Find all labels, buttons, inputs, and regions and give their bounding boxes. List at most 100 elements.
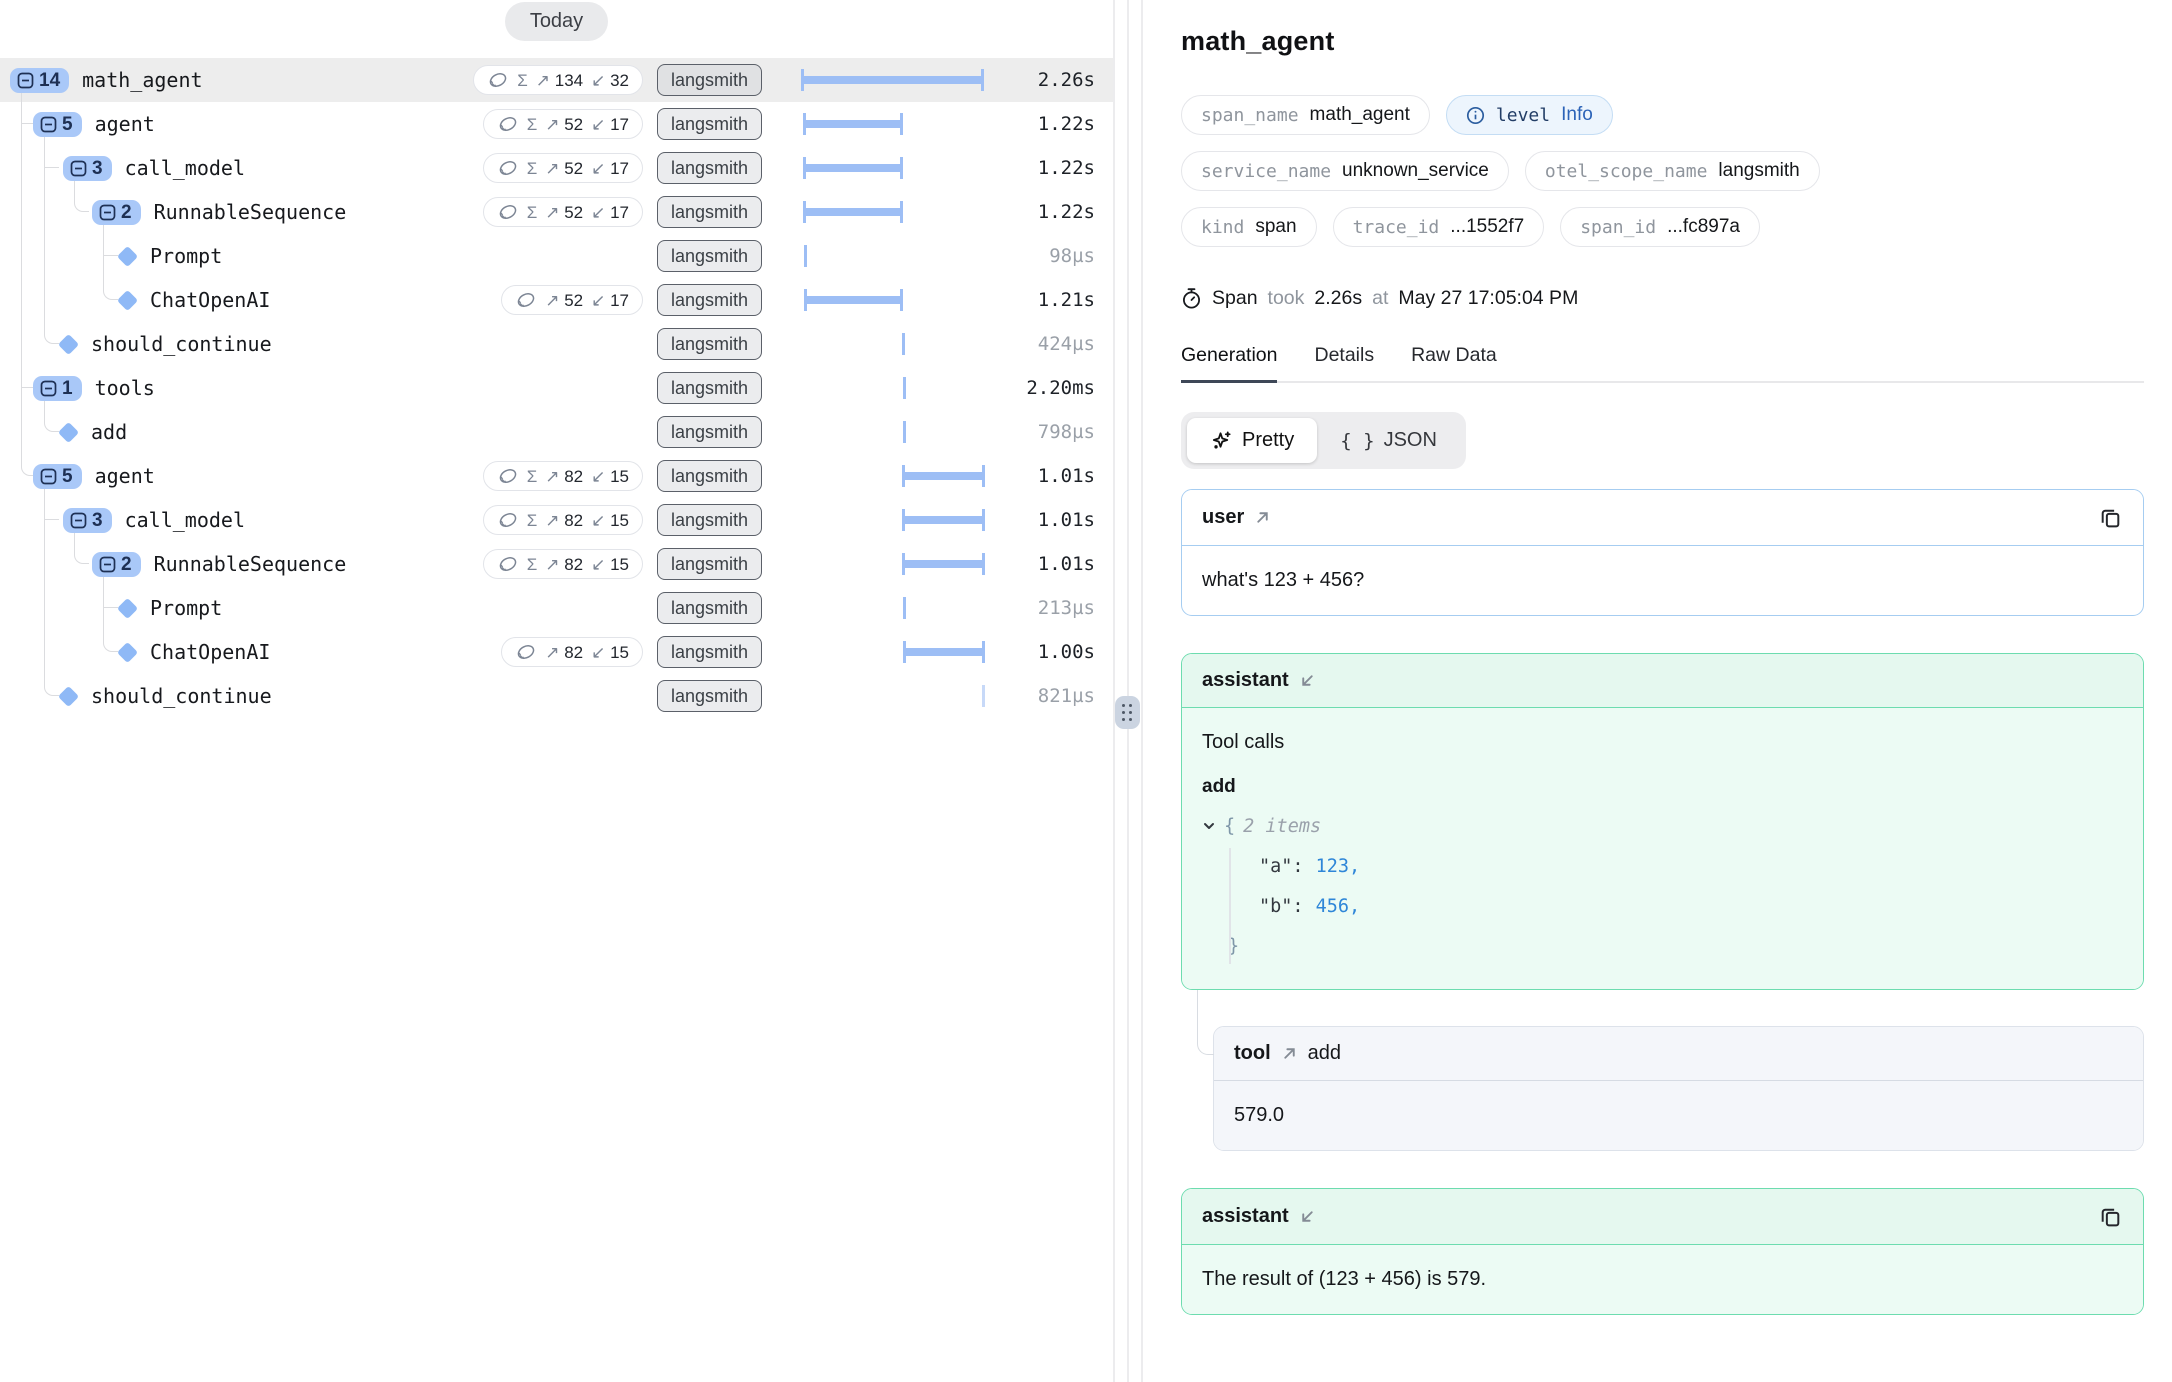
waterfall-track <box>785 322 993 366</box>
collapse-badge[interactable]: 2 <box>92 200 141 225</box>
toggle-pretty[interactable]: Pretty <box>1187 418 1317 463</box>
token-counts: Σ↗ 52↙ 17 <box>483 153 643 183</box>
duration-label: 424µs <box>993 333 1113 355</box>
duration-label: 798µs <box>993 421 1113 443</box>
trace-row-Prompt[interactable]: Promptlangsmith213µs <box>0 586 1113 630</box>
row-label-area: should_continue <box>0 322 643 366</box>
span-duration-bar <box>903 472 984 480</box>
langsmith-tag: langsmith <box>657 416 762 448</box>
pill-key: kind <box>1201 217 1244 238</box>
waterfall-track <box>785 498 993 542</box>
role-label: tool <box>1234 1042 1271 1065</box>
span-duration-bar <box>903 560 984 568</box>
timing-word-took: took <box>1268 287 1305 310</box>
span-timing-line: Span took 2.26s at May 27 17:05:04 PM <box>1181 287 2144 310</box>
span-name-label: agent <box>95 464 155 488</box>
row-label-area: 3call_model <box>0 146 483 190</box>
collapse-badge[interactable]: 2 <box>92 552 141 577</box>
tab-generation[interactable]: Generation <box>1181 344 1277 383</box>
tokens-out: ↙ 15 <box>591 644 629 661</box>
collapse-badge[interactable]: 3 <box>63 508 112 533</box>
trace-row-tools[interactable]: 1toolslangsmith2.20ms <box>0 366 1113 410</box>
token-pill: ↗ 52 ↙ 17 <box>501 285 643 315</box>
tokens-out: ↙ 17 <box>591 292 629 309</box>
tab-details[interactable]: Details <box>1314 344 1374 383</box>
collapse-badge[interactable]: 1 <box>33 376 82 401</box>
trace-row-call_model[interactable]: 3call_modelΣ↗ 52↙ 17langsmith1.22s <box>0 146 1113 190</box>
waterfall-track <box>785 586 993 630</box>
leaf-diamond-icon <box>117 289 138 310</box>
panel-drag-handle[interactable] <box>1115 696 1140 729</box>
pill-value: ...fc897a <box>1667 216 1740 238</box>
attribute-pill-span_name: span_namemath_agent <box>1181 95 1430 135</box>
collapse-badge[interactable]: 5 <box>33 112 82 137</box>
items-count: 2 items <box>1243 816 1321 837</box>
trace-row-ChatOpenAI[interactable]: ChatOpenAI↗ 82↙ 15langsmith1.00s <box>0 630 1113 674</box>
trace-row-Prompt[interactable]: Promptlangsmith98µs <box>0 234 1113 278</box>
toggle-json[interactable]: { } JSON <box>1317 418 1460 463</box>
trace-row-should_continue[interactable]: should_continuelangsmith424µs <box>0 322 1113 366</box>
trace-row-ChatOpenAI[interactable]: ChatOpenAI↗ 52↙ 17langsmith1.21s <box>0 278 1113 322</box>
sigma-icon: Σ <box>527 160 538 177</box>
waterfall-track <box>785 278 993 322</box>
langsmith-tag: langsmith <box>657 196 762 228</box>
pill-value: math_agent <box>1310 104 1410 126</box>
tokens-in: ↗ 134 <box>536 72 583 89</box>
duration-label: 1.22s <box>993 157 1113 179</box>
tokens-out: ↙ 15 <box>591 556 629 573</box>
pill-key: level <box>1496 105 1550 126</box>
langsmith-tag: langsmith <box>657 636 762 668</box>
copy-button[interactable] <box>2098 1204 2123 1229</box>
copy-button[interactable] <box>2098 505 2123 530</box>
json-key: "a": <box>1259 856 1304 877</box>
collapse-badge[interactable]: 14 <box>10 68 69 93</box>
trace-row-should_continue[interactable]: should_continuelangsmith821µs <box>0 674 1113 718</box>
message-content: what's 123 + 456? <box>1182 546 2143 615</box>
trace-row-RunnableSequence[interactable]: 2RunnableSequenceΣ↗ 82↙ 15langsmith1.01s <box>0 542 1113 586</box>
trace-row-math_agent[interactable]: 14math_agentΣ↗ 134↙ 32langsmith2.26s <box>0 58 1113 102</box>
tokens-out: ↙ 17 <box>591 116 629 133</box>
tokens-out: ↙ 32 <box>591 72 629 89</box>
span-tick <box>804 245 807 267</box>
span-name-label: ChatOpenAI <box>150 288 270 312</box>
token-pill: Σ↗ 82↙ 15 <box>483 505 643 535</box>
connector-elbow <box>1197 990 1214 1055</box>
tokens-in: ↗ 52 <box>545 292 583 309</box>
today-button[interactable]: Today <box>505 2 608 41</box>
langsmith-tag: langsmith <box>657 592 762 624</box>
message-content: The result of (123 + 456) is 579. <box>1182 1245 2143 1314</box>
duration-label: 1.01s <box>993 553 1113 575</box>
json-root-line[interactable]: { 2 items <box>1202 806 2123 846</box>
trace-row-RunnableSequence[interactable]: 2RunnableSequenceΣ↗ 52↙ 17langsmith1.22s <box>0 190 1113 234</box>
span-name-label: Prompt <box>150 244 222 268</box>
json-arg-row: "a":123, <box>1202 846 2123 886</box>
attribute-pill-kind: kindspan <box>1181 207 1317 247</box>
span-name-label: Prompt <box>150 596 222 620</box>
message-content: 579.0 <box>1214 1081 2143 1150</box>
drag-dots-icon <box>1122 704 1133 722</box>
trace-row-agent[interactable]: 5agentΣ↗ 52↙ 17langsmith1.22s <box>0 102 1113 146</box>
trace-row-agent[interactable]: 5agentΣ↗ 82↙ 15langsmith1.01s <box>0 454 1113 498</box>
collapse-badge[interactable]: 3 <box>63 156 112 181</box>
leaf-diamond-icon <box>117 641 138 662</box>
timing-timestamp: May 27 17:05:04 PM <box>1398 287 1578 310</box>
trace-row-call_model[interactable]: 3call_modelΣ↗ 82↙ 15langsmith1.01s <box>0 498 1113 542</box>
trace-tree-panel: Today 14math_agentΣ↗ 134↙ 32langsmith2.2… <box>0 0 1113 1382</box>
langsmith-tag: langsmith <box>657 680 762 712</box>
waterfall-track <box>785 366 993 410</box>
json-args-viewer: { 2 items "a":123,"b":456, } <box>1202 806 2123 966</box>
token-pill: Σ↗ 52↙ 17 <box>483 197 643 227</box>
span-name-label: math_agent <box>82 68 202 92</box>
collapse-badge[interactable]: 5 <box>33 464 82 489</box>
message-header: user <box>1182 490 2143 546</box>
role-label: user <box>1202 506 1244 529</box>
arrow-down-left-icon <box>1299 672 1316 689</box>
duration-label: 1.22s <box>993 201 1113 223</box>
panel-resizer-gutter[interactable] <box>1113 0 1163 1382</box>
trace-row-add[interactable]: addlangsmith798µs <box>0 410 1113 454</box>
tokens-in: ↗ 52 <box>545 204 583 221</box>
row-label-area: ChatOpenAI <box>0 278 501 322</box>
tab-raw-data[interactable]: Raw Data <box>1411 344 1497 383</box>
message-content: Tool calls add { 2 items "a":123,"b":456… <box>1182 708 2143 989</box>
row-label-area: Prompt <box>0 234 643 278</box>
